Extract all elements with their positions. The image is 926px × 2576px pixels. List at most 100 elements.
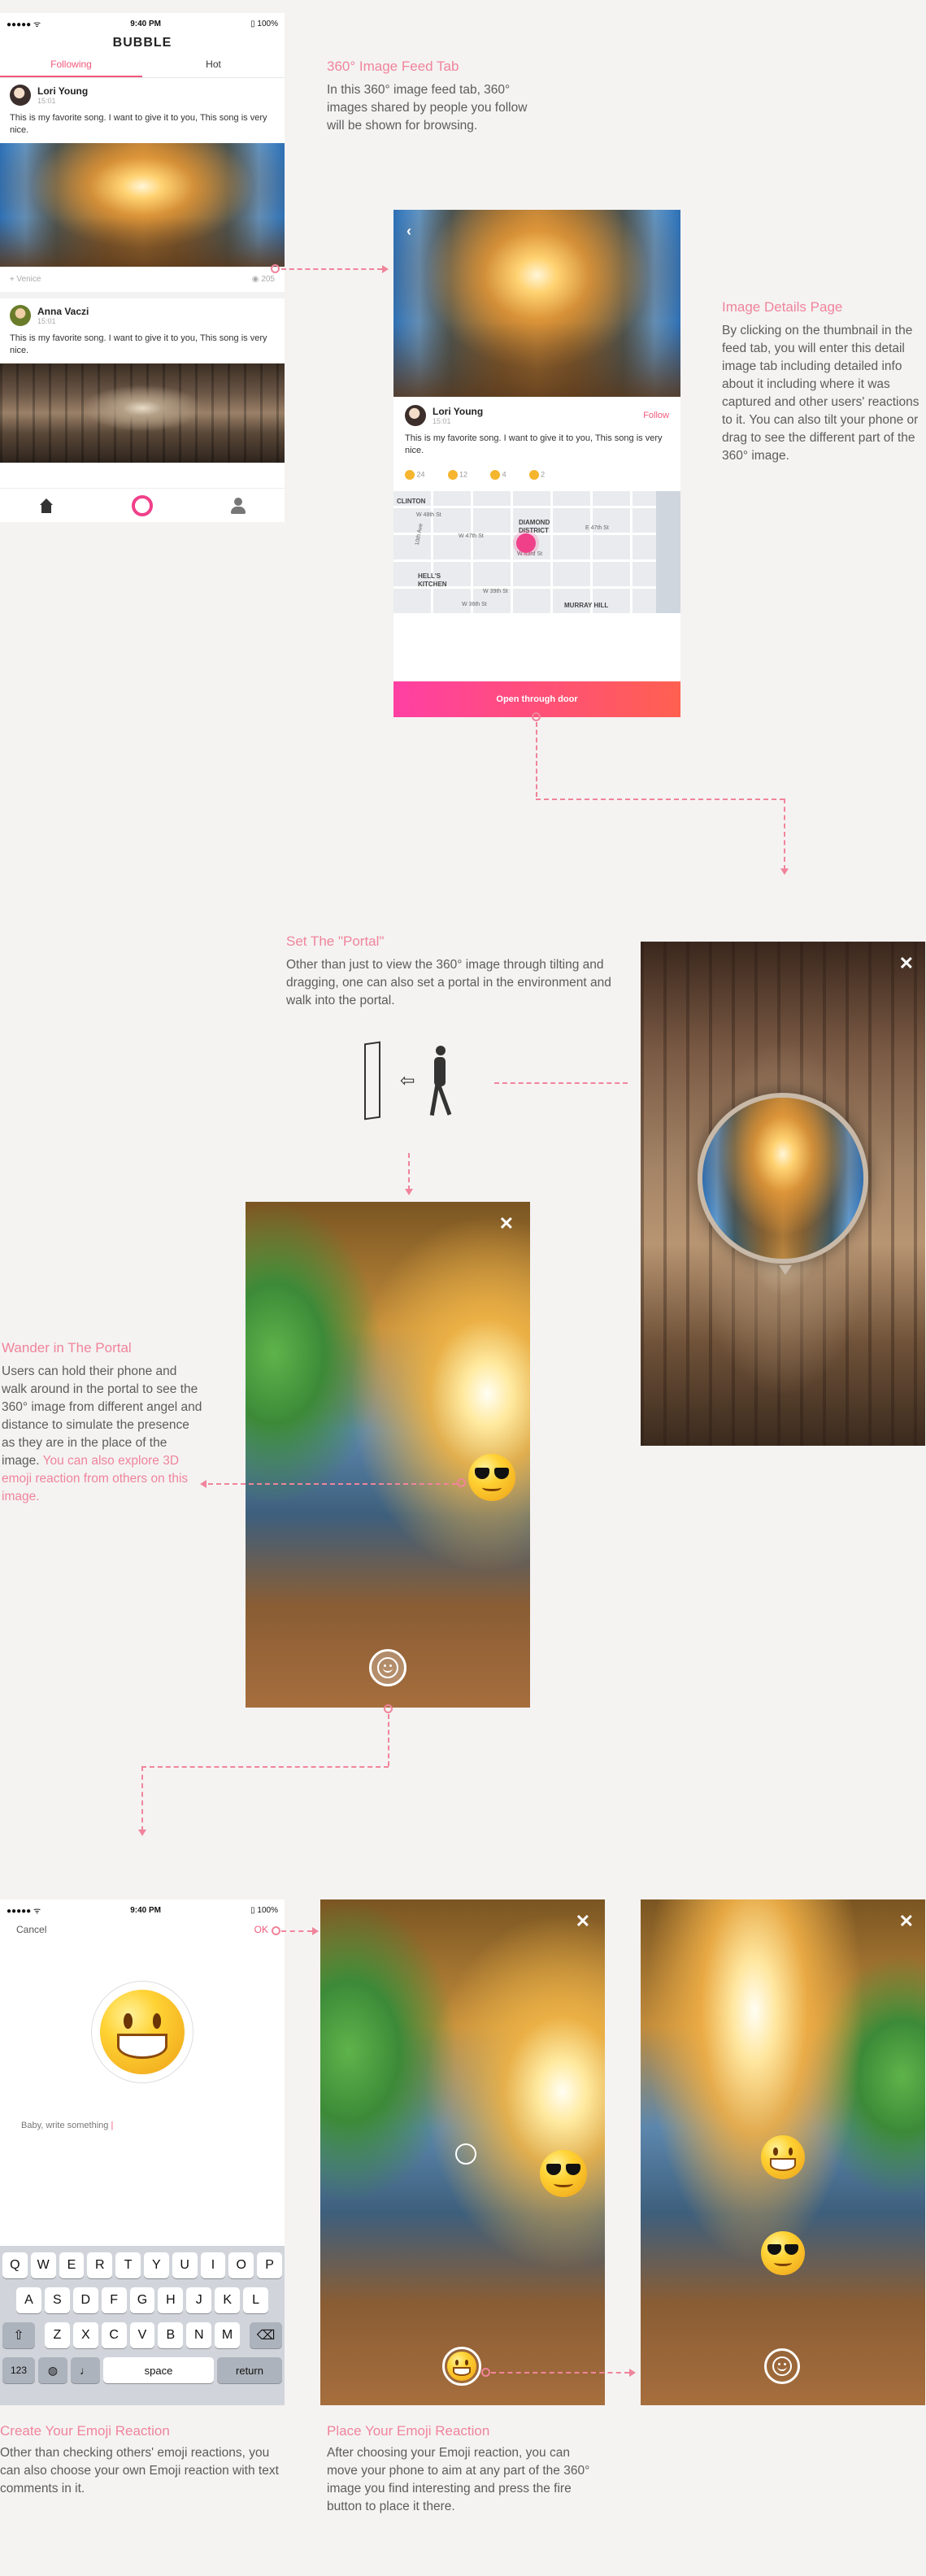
avatar[interactable]	[10, 85, 31, 106]
key[interactable]: P	[257, 2252, 282, 2278]
status-time: 9:40 PM	[130, 19, 162, 28]
feed-post[interactable]: Lori Young 15:01 This is my favorite son…	[0, 78, 285, 137]
sunglasses-emoji-icon[interactable]	[468, 1454, 515, 1501]
reaction-row: 24 12 4 2	[405, 470, 669, 480]
key[interactable]: A	[16, 2287, 41, 2313]
location-tag[interactable]: ⌖ Venice	[10, 275, 41, 284]
post-author[interactable]: Lori Young	[37, 85, 88, 97]
detail-author[interactable]: Lori Young	[433, 406, 637, 417]
avatar[interactable]	[10, 305, 31, 326]
key[interactable]: I	[200, 2252, 226, 2278]
keyboard-row-4: 123 ◍ ♩ space return	[2, 2357, 282, 2383]
tab-hot[interactable]: Hot	[142, 55, 285, 77]
return-key[interactable]: return	[217, 2357, 282, 2383]
sunglasses-emoji-icon[interactable]	[540, 2150, 587, 2197]
connector-arrow	[382, 265, 389, 273]
key[interactable]: N	[186, 2322, 212, 2348]
create-annotation: Create Your Emoji Reaction Other than ch…	[0, 2423, 293, 2498]
reaction-item[interactable]: 2	[528, 470, 545, 480]
ok-button[interactable]: OK	[254, 1924, 268, 1935]
follow-button[interactable]: Follow	[643, 411, 669, 420]
cta-label: Open through door	[496, 694, 578, 704]
selected-emoji-frame[interactable]	[91, 1981, 193, 2083]
key[interactable]: K	[215, 2287, 241, 2313]
map-label: W 47th St	[459, 533, 484, 539]
key[interactable]: L	[243, 2287, 269, 2313]
key[interactable]: R	[87, 2252, 113, 2278]
connector-dot	[271, 264, 280, 273]
map-label: W 36th St	[462, 602, 487, 607]
space-key[interactable]: space	[103, 2357, 214, 2383]
close-icon[interactable]: ✕	[899, 1911, 914, 1932]
portal-inside-screen[interactable]: ✕	[246, 1202, 530, 1708]
key[interactable]: X	[72, 2322, 98, 2348]
cancel-button[interactable]: Cancel	[16, 1924, 46, 1935]
post-360-thumbnail[interactable]	[0, 363, 285, 463]
close-icon[interactable]: ✕	[499, 1213, 514, 1234]
key[interactable]: C	[101, 2322, 127, 2348]
close-icon[interactable]: ✕	[899, 953, 914, 974]
key[interactable]: D	[72, 2287, 98, 2313]
reaction-item[interactable]: 4	[490, 470, 506, 480]
panorama-view[interactable]: ‹	[393, 210, 680, 397]
annotation-body: In this 360° image feed tab, 360° images…	[327, 83, 528, 133]
emoji-picker-button[interactable]	[764, 2348, 800, 2384]
annotation-title: Set The "Portal"	[286, 933, 385, 949]
emoji-picker-button[interactable]	[369, 1649, 406, 1686]
key[interactable]: M	[215, 2322, 241, 2348]
location-map[interactable]: CLINTON W 48th St W 47th St DIAMOND DIST…	[393, 491, 680, 613]
keyboard: Q W E R T Y U I O P A S D F G H J K L ⇧ …	[0, 2246, 285, 2405]
shift-key[interactable]: ⇧	[2, 2322, 35, 2348]
back-icon[interactable]: ‹	[406, 223, 411, 240]
close-icon[interactable]: ✕	[576, 1911, 590, 1932]
key[interactable]: U	[172, 2252, 198, 2278]
key[interactable]: H	[158, 2287, 184, 2313]
key[interactable]: S	[44, 2287, 70, 2313]
tab-following[interactable]: Following	[0, 55, 142, 77]
feed-post[interactable]: Anna Vaczi 15:01 This is my favorite son…	[0, 298, 285, 357]
comment-placeholder: Baby, write something	[21, 2121, 111, 2130]
fire-button[interactable]	[442, 2347, 481, 2386]
globe-icon[interactable]: ◍	[38, 2357, 67, 2383]
door-walk-illustration: ⇦	[364, 1041, 462, 1120]
record-icon[interactable]	[131, 494, 153, 516]
signal-indicator: ●●●●● ᯤ	[7, 1907, 41, 1916]
avatar[interactable]	[405, 405, 426, 426]
key[interactable]: O	[228, 2252, 254, 2278]
key[interactable]: W	[30, 2252, 56, 2278]
key[interactable]: E	[59, 2252, 85, 2278]
key[interactable]: B	[158, 2322, 184, 2348]
key[interactable]: T	[115, 2252, 141, 2278]
connector-line	[494, 1082, 628, 1084]
home-icon[interactable]	[38, 498, 54, 513]
comment-input[interactable]: Baby, write something |	[21, 2121, 113, 2130]
microphone-icon[interactable]: ♩	[71, 2357, 100, 2383]
grinning-emoji-icon[interactable]	[761, 2135, 805, 2179]
signal-indicator: ●●●●● ᯤ	[7, 20, 41, 29]
place-emoji-screen[interactable]: ✕	[320, 1899, 605, 2405]
key[interactable]: Y	[143, 2252, 169, 2278]
reaction-item[interactable]: 12	[447, 470, 467, 480]
sunglasses-emoji-icon[interactable]	[761, 2231, 805, 2275]
connector-dot	[384, 1704, 393, 1713]
portal-view-screen[interactable]: ✕	[641, 942, 925, 1446]
key[interactable]: J	[186, 2287, 212, 2313]
post-360-thumbnail[interactable]	[0, 143, 285, 267]
key[interactable]: F	[101, 2287, 127, 2313]
compose-screen: ●●●●● ᯤ 9:40 PM ▯ 100% Cancel OK Baby, w…	[0, 1899, 285, 2405]
key[interactable]: Z	[45, 2322, 70, 2348]
feed-screen: ●●●●● ᯤ 9:40 PM ▯ 100% BUBBLE Following …	[0, 13, 285, 522]
numbers-key[interactable]: 123	[2, 2357, 35, 2383]
key[interactable]: G	[129, 2287, 155, 2313]
key[interactable]: Q	[2, 2252, 28, 2278]
reaction-item[interactable]: 24	[405, 470, 425, 480]
key[interactable]: V	[129, 2322, 155, 2348]
portal-circle[interactable]	[698, 1093, 868, 1264]
detail-annotation: Image Details Page By clicking on the th…	[722, 299, 925, 465]
delete-key[interactable]: ⌫	[250, 2322, 282, 2348]
profile-icon[interactable]	[230, 497, 246, 514]
connector-line	[141, 1766, 389, 1768]
placed-emoji-screen[interactable]: ✕	[641, 1899, 925, 2405]
connector-line	[141, 1766, 143, 1831]
post-author[interactable]: Anna Vaczi	[37, 306, 89, 317]
